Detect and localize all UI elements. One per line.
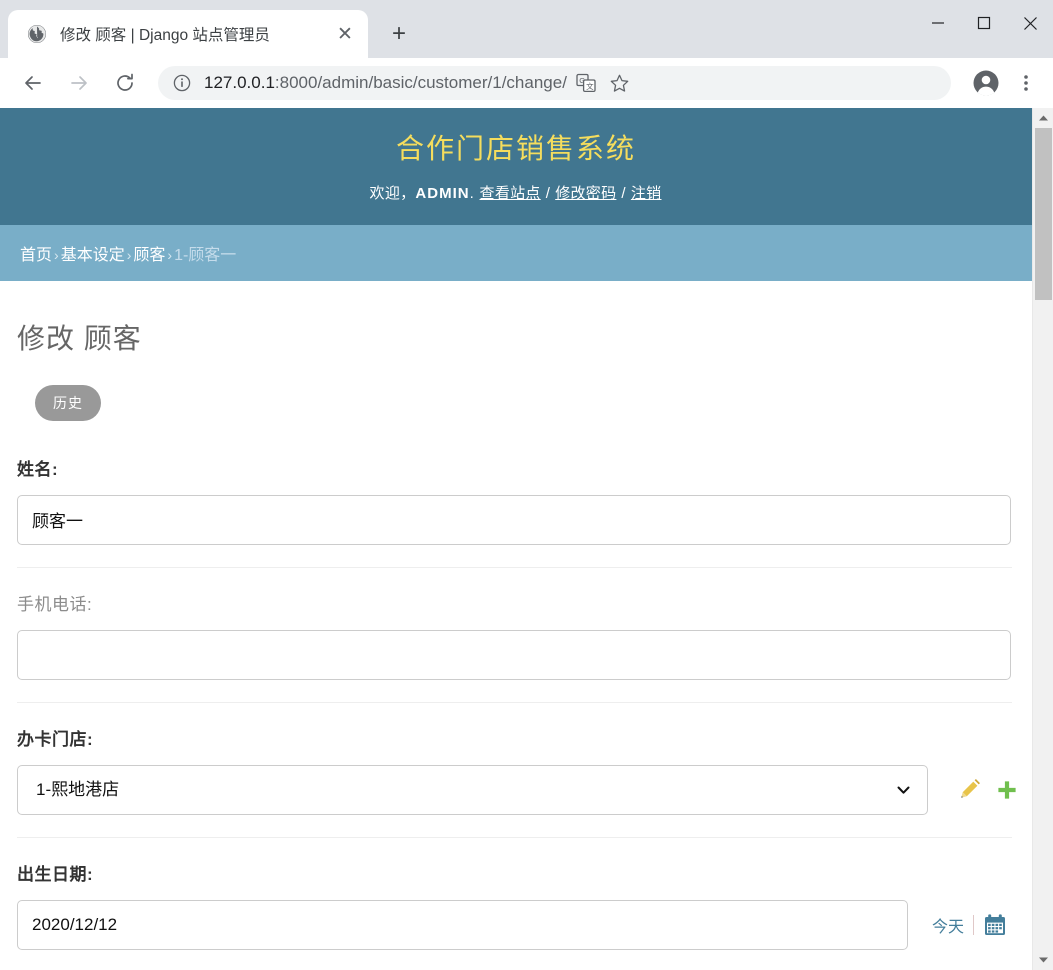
field-control-phone: [17, 629, 1012, 680]
breadcrumb-arrow-3: ›: [167, 246, 173, 263]
today-link[interactable]: 今天: [932, 913, 964, 937]
star-icon[interactable]: [605, 68, 635, 98]
breadcrumb-arrow-2: ›: [126, 246, 132, 263]
url-path: :8000/admin/basic/customer/1/change/: [274, 73, 567, 92]
window-maximize-button[interactable]: [961, 0, 1007, 46]
translate-icon[interactable]: G 文: [571, 68, 601, 98]
store-select[interactable]: 1-熙地港店: [17, 764, 928, 815]
page-content: 修改 顾客 历史 姓名: 手机电话:: [0, 281, 1032, 950]
page-scrollbar[interactable]: [1032, 108, 1053, 970]
window-close-button[interactable]: [1007, 0, 1053, 46]
window-controls: [915, 0, 1053, 46]
browser-toolbar: 127.0.0.1:8000/admin/basic/customer/1/ch…: [0, 58, 1053, 108]
date-shortcuts: 今天: [932, 913, 1007, 937]
welcome-prefix: 欢迎，: [369, 184, 416, 202]
toolbar-right-actions: [959, 66, 1043, 100]
browser-tab[interactable]: 修改 顾客 | Django 站点管理员 ✕: [8, 10, 368, 58]
svg-text:文: 文: [586, 81, 594, 91]
django-admin-page: 合作门店销售系统 欢迎，ADMIN. 查看站点 / 修改密码 / 注销 首页 › 基本设定 ›…: [0, 108, 1032, 970]
field-control-store: 1-熙地港店: [17, 764, 1016, 815]
object-tools: 历史: [35, 384, 1012, 421]
user-tools: 欢迎，ADMIN. 查看站点 / 修改密码 / 注销: [40, 182, 992, 203]
username: ADMIN: [415, 184, 470, 202]
change-related-icon[interactable]: [954, 775, 984, 805]
globe-icon: [26, 23, 48, 45]
add-related-icon[interactable]: [992, 775, 1022, 805]
page-title: 修改 顾客: [17, 322, 142, 354]
field-label-name: 姓名:: [17, 459, 59, 479]
form-row-birthdate: 出生日期: 今天: [17, 836, 1012, 950]
field-label-birthdate: 出生日期:: [17, 864, 94, 884]
store-select-wrapper: 1-熙地港店: [17, 764, 928, 815]
tab-title: 修改 顾客 | Django 站点管理员: [60, 27, 270, 44]
site-header: 合作门店销售系统 欢迎，ADMIN. 查看站点 / 修改密码 / 注销: [0, 108, 1032, 225]
logout-link[interactable]: 注销: [631, 185, 662, 202]
breadcrumb-item-app[interactable]: 基本设定: [61, 247, 125, 264]
forward-button: [62, 66, 96, 100]
related-widget-wrapper: [946, 775, 1022, 805]
breadcrumb: 首页 › 基本设定 › 顾客 › 1-顾客一: [0, 224, 1032, 281]
link-separator-1: /: [545, 184, 551, 202]
scrollbar-up-arrow[interactable]: [1033, 108, 1053, 128]
breadcrumb-item-home[interactable]: 首页: [20, 247, 52, 264]
back-button[interactable]: [16, 66, 50, 100]
address-bar-url: 127.0.0.1:8000/admin/basic/customer/1/ch…: [204, 73, 567, 93]
breadcrumb-item-model[interactable]: 顾客: [133, 247, 165, 264]
link-separator-2: /: [621, 184, 626, 202]
new-tab-button[interactable]: +: [382, 17, 416, 51]
browser-window: 修改 顾客 | Django 站点管理员 ✕ + 127.0.0.1:8000/…: [0, 0, 1053, 970]
window-minimize-button[interactable]: [915, 0, 961, 46]
omnibox-actions: G 文: [567, 68, 635, 98]
reload-button[interactable]: [108, 66, 142, 100]
form-row-store: 办卡门店: 1-熙地港店: [17, 701, 1016, 815]
browser-titlebar: 修改 顾客 | Django 站点管理员 ✕ +: [0, 0, 1053, 58]
field-control-name: [17, 494, 1012, 545]
change-form-fieldset: 姓名: 手机电话: 办卡门店:: [17, 455, 1016, 950]
form-row-phone: 手机电话:: [17, 566, 1012, 680]
scrollbar-down-arrow[interactable]: [1033, 950, 1053, 970]
site-branding: 合作门店销售系统: [395, 133, 636, 164]
name-input[interactable]: [17, 494, 1011, 545]
url-host: 127.0.0.1: [204, 73, 275, 92]
field-label-phone: 手机电话:: [17, 594, 93, 614]
breadcrumb-arrow-1: ›: [54, 246, 59, 263]
date-divider: [973, 914, 975, 935]
site-info-icon[interactable]: [172, 73, 192, 93]
phone-input[interactable]: [17, 629, 1011, 680]
page-viewport: 合作门店销售系统 欢迎，ADMIN. 查看站点 / 修改密码 / 注销 首页 › 基本设定 ›…: [0, 108, 1053, 970]
address-bar[interactable]: 127.0.0.1:8000/admin/basic/customer/1/ch…: [158, 66, 951, 100]
tab-close-icon[interactable]: ✕: [332, 21, 358, 47]
scrollbar-thumb[interactable]: [1035, 128, 1052, 300]
view-site-link[interactable]: 查看站点: [480, 185, 541, 202]
three-dot-menu-icon[interactable]: [1009, 66, 1043, 100]
change-password-link[interactable]: 修改密码: [555, 185, 616, 202]
history-button[interactable]: 历史: [35, 384, 101, 421]
field-control-birthdate: 今天: [17, 899, 1012, 950]
account-avatar-icon[interactable]: [969, 66, 1003, 100]
calendar-icon[interactable]: [983, 913, 1007, 937]
field-label-store: 办卡门店:: [17, 729, 94, 749]
birthdate-input[interactable]: [17, 899, 908, 950]
breadcrumb-item-current: 1-顾客一: [174, 246, 237, 264]
form-row-name: 姓名:: [17, 455, 1012, 545]
welcome-suffix: .: [469, 184, 475, 202]
